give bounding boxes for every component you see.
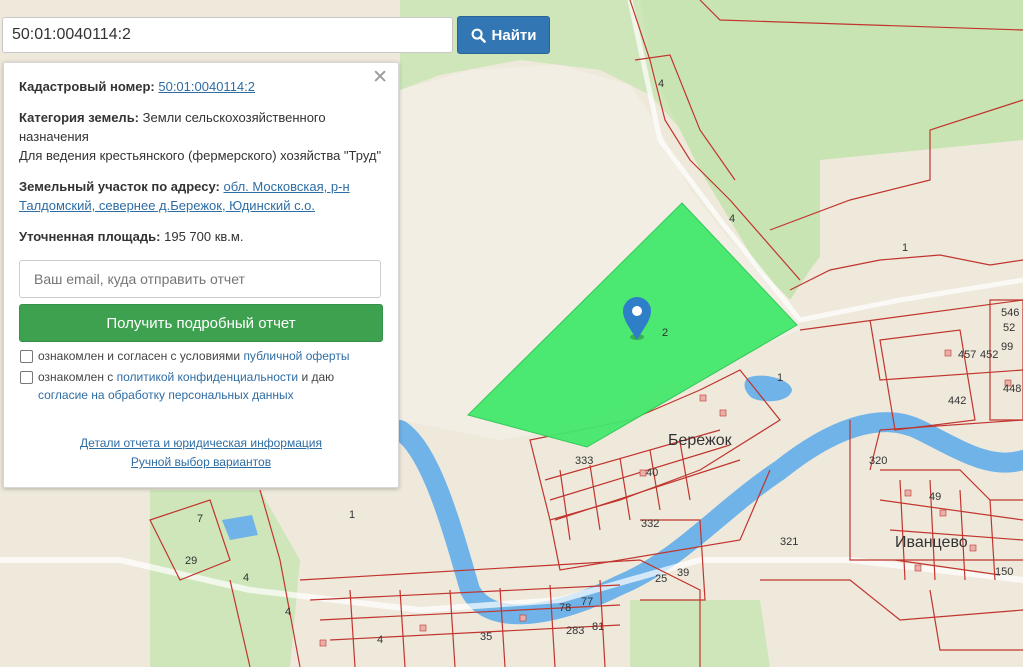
offer-consent-checkbox-row: ознакомлен и согласен с условиями публич… <box>19 347 383 365</box>
parcel-label: 448 <box>1003 383 1021 395</box>
parcel-label: 40 <box>646 467 658 479</box>
parcel-label: 4 <box>658 78 664 90</box>
privacy-consent-mid-text: и даю <box>298 370 335 384</box>
parcel-label: 457 <box>958 349 976 361</box>
parcel-label: 25 <box>655 573 667 585</box>
public-offer-link[interactable]: публичной оферты <box>243 349 349 363</box>
building <box>319 639 327 647</box>
building <box>519 614 527 622</box>
parcel-label: 7 <box>197 513 203 525</box>
offer-consent-text: ознакомлен и согласен с условиями <box>38 349 244 363</box>
manual-selection-link[interactable]: Ручной выбор вариантов <box>19 453 383 472</box>
email-field[interactable] <box>19 260 381 298</box>
parcel-label: 35 <box>480 631 492 643</box>
get-report-button[interactable]: Получить подробный отчет <box>19 304 383 342</box>
parcel-label: 39 <box>677 567 689 579</box>
parcel-label: 49 <box>929 491 941 503</box>
parcel-label: 77 <box>581 596 593 608</box>
parcel-label: 452 <box>980 349 998 361</box>
parcel-label: 283 <box>566 625 584 637</box>
parcel-label: 4 <box>243 572 249 584</box>
parcel-label: 78 <box>559 602 571 614</box>
offer-consent-checkbox[interactable] <box>20 350 33 363</box>
report-details-link[interactable]: Детали отчета и юридическая информация <box>19 434 383 453</box>
building <box>939 509 947 517</box>
close-icon[interactable]: ✕ <box>372 68 388 88</box>
area-label: Уточненная площадь: <box>19 229 161 244</box>
building <box>699 394 707 402</box>
forest-area <box>820 140 1023 300</box>
parcel-label: 81 <box>592 621 604 633</box>
address-row: Земельный участок по адресу: обл. Москов… <box>19 177 383 215</box>
parcel-label: 333 <box>575 455 593 467</box>
privacy-consent-text: ознакомлен с <box>38 370 117 384</box>
building <box>419 624 427 632</box>
area-row: Уточненная площадь: 195 700 кв.м. <box>19 227 383 246</box>
parcel-label: 320 <box>869 455 887 467</box>
parcel-label: 99 <box>1001 341 1013 353</box>
building <box>719 409 727 417</box>
land-category-label: Категория земель: <box>19 110 140 125</box>
parcel-label: 4 <box>377 634 383 646</box>
building <box>914 564 922 572</box>
village-label: Иванцево <box>895 534 968 551</box>
village-label: Бережок <box>668 432 733 449</box>
parcel-label: 4 <box>729 213 735 225</box>
search-icon <box>471 28 486 43</box>
privacy-policy-link[interactable]: политикой конфиденциальности <box>117 370 298 384</box>
parcel-label: 1 <box>777 372 783 384</box>
building <box>969 544 977 552</box>
parcel-label: 1 <box>902 242 908 254</box>
privacy-consent-checkbox[interactable] <box>20 371 33 384</box>
selected-parcel-label: 2 <box>662 327 668 339</box>
privacy-consent-checkbox-row: ознакомлен с политикой конфиденциальност… <box>19 368 383 404</box>
report-links: Детали отчета и юридическая информация Р… <box>19 434 383 472</box>
parcel-label: 1 <box>349 509 355 521</box>
search-button[interactable]: Найти <box>457 16 550 54</box>
cadastral-search-input[interactable] <box>2 17 453 53</box>
cadastral-number-row: Кадастровый номер: 50:01:0040114:2 <box>19 77 383 96</box>
personal-data-consent-link[interactable]: согласие на обработку персональных данны… <box>38 388 294 402</box>
parcel-label: 546 <box>1001 307 1019 319</box>
parcel-label: 29 <box>185 555 197 567</box>
parcel-info-panel: ✕ Кадастровый номер: 50:01:0040114:2 Кат… <box>3 62 399 488</box>
search-button-label: Найти <box>491 26 537 44</box>
parcel-label: 332 <box>641 518 659 530</box>
building <box>904 489 912 497</box>
cadastral-number-label: Кадастровый номер: <box>19 79 155 94</box>
parcel-label: 321 <box>780 536 798 548</box>
building <box>944 349 952 357</box>
parcel-label: 150 <box>995 566 1013 578</box>
parcel-label: 52 <box>1003 322 1015 334</box>
parcel-label: 4 <box>285 606 291 618</box>
address-label: Земельный участок по адресу: <box>19 179 220 194</box>
parcel-label: 442 <box>948 395 966 407</box>
land-category-row: Категория земель: Земли сельскохозяйстве… <box>19 108 383 165</box>
land-usage-value: Для ведения крестьянского (фермерского) … <box>19 148 382 163</box>
cadastral-number-link[interactable]: 50:01:0040114:2 <box>158 79 255 94</box>
area-value: 195 700 кв.м. <box>164 229 244 244</box>
